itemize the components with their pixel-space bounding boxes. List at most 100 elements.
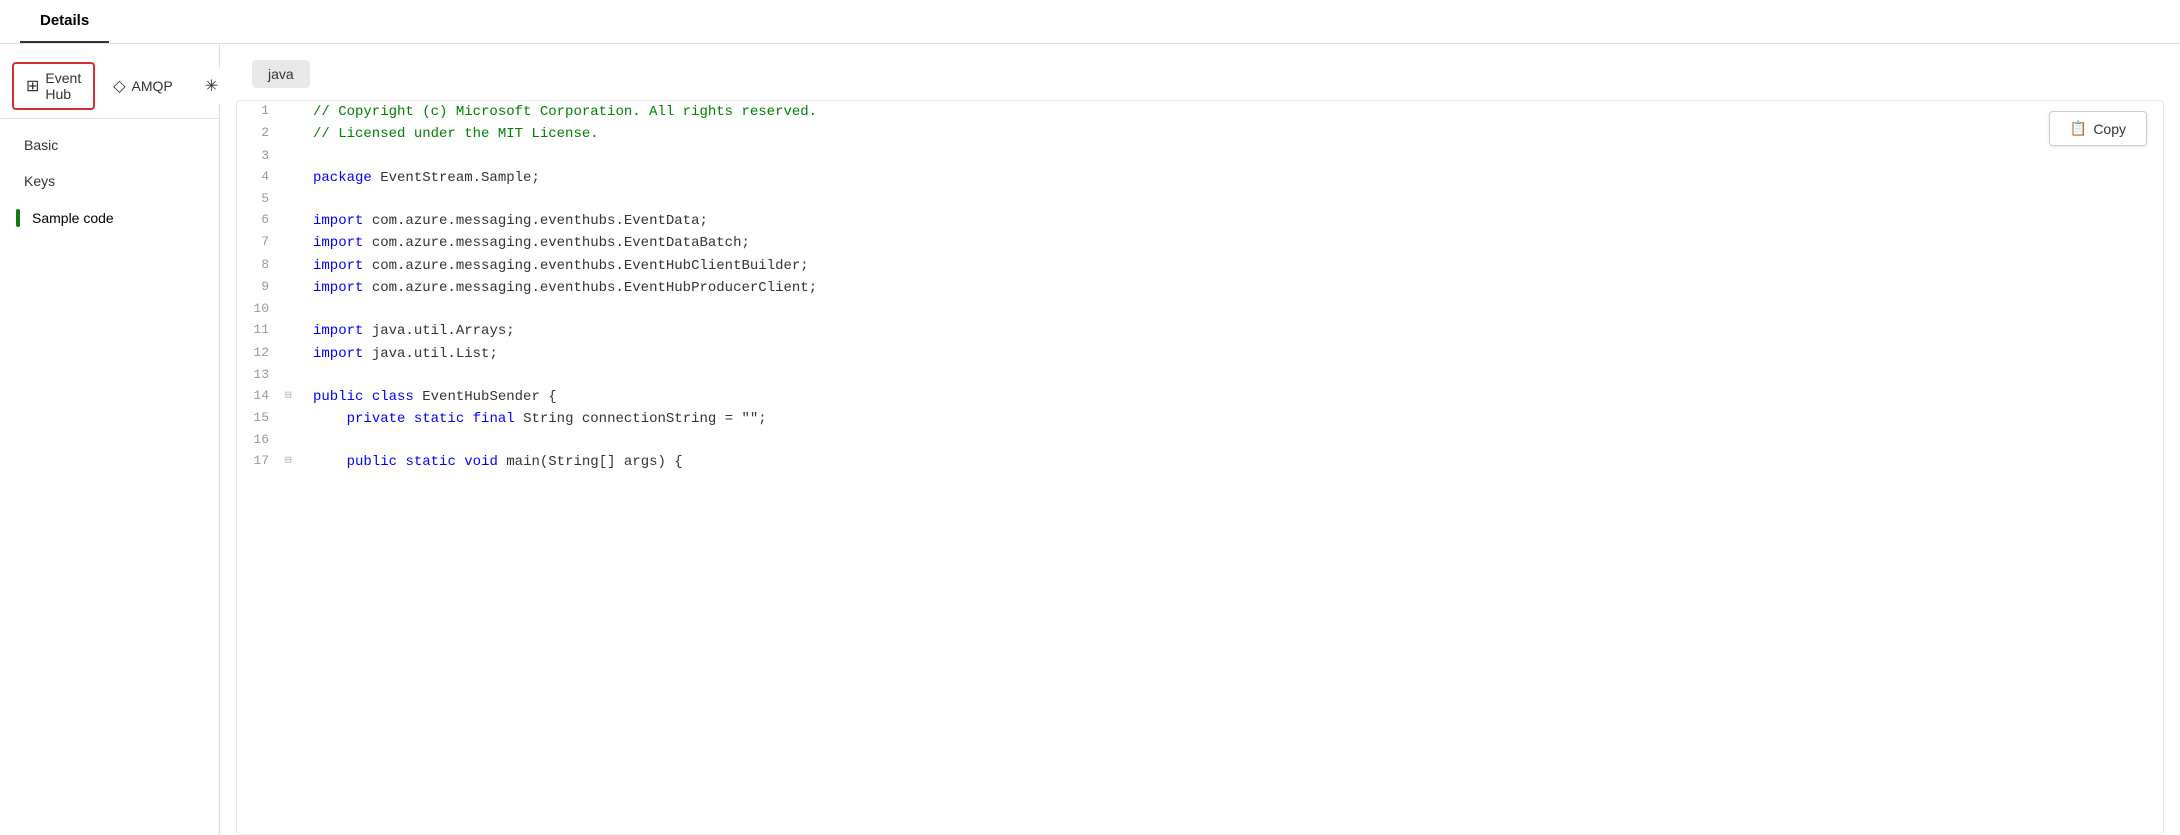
code-text [456, 454, 464, 470]
keyword: import [313, 323, 363, 339]
line-number: 7 [237, 232, 285, 254]
eventhub-icon: ⊞ [26, 76, 39, 96]
table-row: 5 [237, 189, 2163, 210]
line-fold [285, 189, 305, 210]
line-code [305, 299, 2163, 320]
line-number: 10 [237, 299, 285, 320]
code-text [363, 389, 371, 405]
line-fold [285, 408, 305, 430]
table-row: 17⊟ public static void main(String[] arg… [237, 451, 2163, 473]
main-content: ⊞ Event Hub ◇ AMQP ✳ Kafka Basic Key [0, 44, 2180, 835]
code-text: com.azure.messaging.eventhubs.EventHubPr… [363, 280, 817, 296]
table-row: 3 [237, 146, 2163, 167]
line-code: // Licensed under the MIT License. [305, 123, 2163, 145]
line-number: 5 [237, 189, 285, 210]
amqp-icon: ◇ [113, 76, 125, 96]
line-code: import com.azure.messaging.eventhubs.Eve… [305, 255, 2163, 277]
table-row: 1 // Copyright (c) Microsoft Corporation.… [237, 101, 2163, 123]
sidebar-item-keys-label: Keys [24, 173, 55, 189]
line-number: 6 [237, 210, 285, 232]
table-row: 6 import com.azure.messaging.eventhubs.Ev… [237, 210, 2163, 232]
code-text: java.util.List; [363, 346, 497, 362]
sidebar-item-keys[interactable]: Keys [0, 163, 219, 199]
line-code: import com.azure.messaging.eventhubs.Eve… [305, 277, 2163, 299]
code-text: main(String[] args) { [498, 454, 683, 470]
line-number: 2 [237, 123, 285, 145]
top-tabs-bar: Details [0, 0, 2180, 44]
code-area: java 📋 Copy 1 // Copyright (c) Microsoft … [220, 44, 2180, 835]
table-row: 4package EventStream.Sample; [237, 167, 2163, 189]
table-row: 14⊟public class EventHubSender { [237, 386, 2163, 408]
keyword: static [414, 411, 464, 427]
code-text: EventStream.Sample; [372, 170, 540, 186]
lang-java-button[interactable]: java [252, 60, 310, 88]
protocol-tabs: ⊞ Event Hub ◇ AMQP ✳ Kafka [0, 54, 219, 119]
keyword: final [473, 411, 515, 427]
line-code: public class EventHubSender { [305, 386, 2163, 408]
sidebar-item-sample-code[interactable]: Sample code [0, 199, 219, 237]
line-code [305, 146, 2163, 167]
tab-eventhub[interactable]: ⊞ Event Hub [12, 62, 95, 110]
keyword: class [372, 389, 414, 405]
tab-amqp-label: AMQP [132, 78, 173, 94]
line-code [305, 430, 2163, 451]
table-row: 8 import com.azure.messaging.eventhubs.Ev… [237, 255, 2163, 277]
line-number: 17 [237, 451, 285, 473]
copy-button[interactable]: 📋 Copy [2049, 111, 2147, 146]
keyword: import [313, 213, 363, 229]
line-number: 14 [237, 386, 285, 408]
line-code: import java.util.Arrays; [305, 320, 2163, 342]
line-fold [285, 255, 305, 277]
line-fold [285, 123, 305, 145]
table-row: 13 [237, 365, 2163, 386]
code-text: com.azure.messaging.eventhubs.EventDataB… [363, 235, 749, 251]
line-code: // Copyright (c) Microsoft Corporation. … [305, 101, 2163, 123]
code-text [313, 454, 347, 470]
line-number: 8 [237, 255, 285, 277]
keyword: public [313, 389, 363, 405]
line-fold[interactable]: ⊟ [285, 451, 305, 473]
line-fold[interactable]: ⊟ [285, 386, 305, 408]
comment: // Copyright (c) Microsoft Corporation. … [313, 104, 817, 120]
keyword: import [313, 235, 363, 251]
code-text [313, 411, 347, 427]
sidebar-item-basic[interactable]: Basic [0, 127, 219, 163]
code-table: 1 // Copyright (c) Microsoft Corporation.… [237, 101, 2163, 474]
code-text: com.azure.messaging.eventhubs.EventData; [363, 213, 707, 229]
line-fold [285, 365, 305, 386]
code-viewer[interactable]: 📋 Copy 1 // Copyright (c) Microsoft Corpo… [236, 100, 2164, 835]
keyword: package [313, 170, 372, 186]
tab-eventhub-label: Event Hub [45, 70, 81, 102]
kafka-icon: ✳ [205, 76, 218, 96]
line-code: public static void main(String[] args) { [305, 451, 2163, 473]
line-number: 3 [237, 146, 285, 167]
line-number: 1 [237, 101, 285, 123]
lang-selector: java [220, 60, 2180, 100]
line-fold [285, 232, 305, 254]
keyword: void [464, 454, 498, 470]
comment: // Licensed under the MIT License. [313, 126, 599, 142]
line-fold [285, 210, 305, 232]
copy-icon: 📋 [2070, 120, 2087, 137]
line-code: package EventStream.Sample; [305, 167, 2163, 189]
table-row: 11import java.util.Arrays; [237, 320, 2163, 342]
table-row: 2 // Licensed under the MIT License. [237, 123, 2163, 145]
line-fold [285, 277, 305, 299]
line-code: import java.util.List; [305, 343, 2163, 365]
sidebar: ⊞ Event Hub ◇ AMQP ✳ Kafka Basic Key [0, 44, 220, 835]
sidebar-nav: Basic Keys Sample code [0, 123, 219, 241]
code-text: String connectionString = ""; [515, 411, 767, 427]
line-fold [285, 299, 305, 320]
line-fold [285, 146, 305, 167]
keyword: import [313, 346, 363, 362]
table-row: 15 private static final String connectio… [237, 408, 2163, 430]
line-code [305, 189, 2163, 210]
table-row: 10 [237, 299, 2163, 320]
sidebar-item-sample-code-label: Sample code [32, 210, 114, 226]
code-text [405, 411, 413, 427]
keyword: import [313, 258, 363, 274]
tab-amqp[interactable]: ◇ AMQP [99, 68, 187, 104]
tab-details[interactable]: Details [20, 0, 109, 43]
line-fold [285, 167, 305, 189]
line-number: 9 [237, 277, 285, 299]
